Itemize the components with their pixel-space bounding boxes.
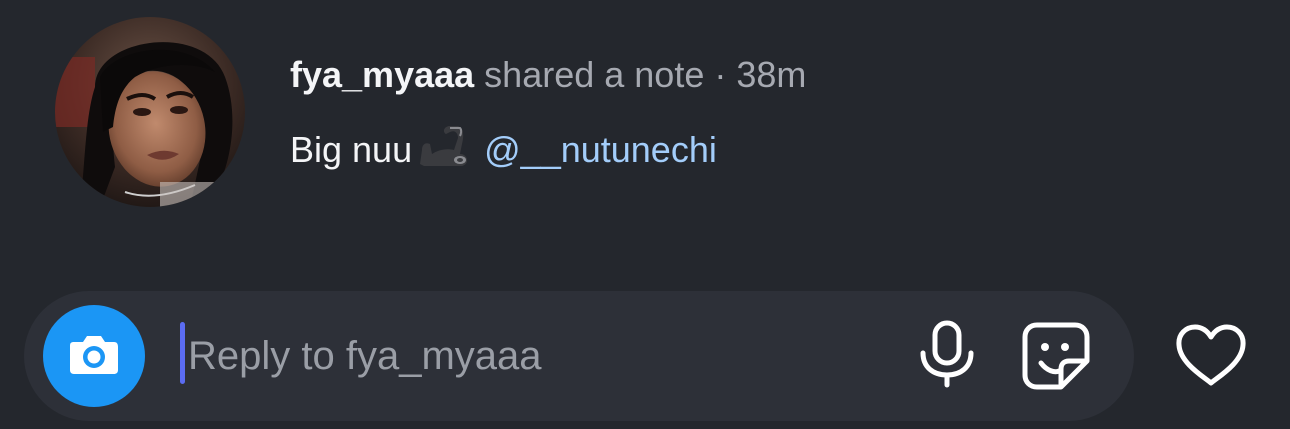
camera-button[interactable] — [43, 305, 145, 407]
like-button[interactable] — [1170, 320, 1252, 396]
heart-icon — [1174, 323, 1248, 394]
username[interactable]: fya_myaaa — [290, 54, 474, 95]
mention-link[interactable]: @__nutunechi — [484, 129, 717, 170]
note-action-text: shared a note — [484, 54, 705, 95]
microphone-button[interactable] — [910, 318, 984, 394]
microphone-icon — [917, 319, 977, 394]
sticker-icon — [1021, 321, 1091, 396]
text-cursor — [180, 322, 185, 384]
profile-photo-image — [55, 17, 245, 207]
camera-icon — [68, 332, 120, 381]
note-body: Big nuu — [290, 129, 413, 170]
timestamp: 38m — [736, 54, 807, 95]
sticker-button[interactable] — [1018, 320, 1094, 396]
note-reply-screen: fya_myaaa shared a note · 38m Big nuu @_… — [0, 0, 1290, 429]
reply-input[interactable] — [188, 327, 888, 385]
avatar[interactable] — [55, 17, 245, 207]
note-header: fya_myaaa shared a note · 38m — [290, 55, 806, 95]
note-text: Big nuu @__nutunechi — [290, 124, 717, 177]
separator-dot: · — [714, 54, 727, 95]
flexed-biceps-emoji-icon — [416, 124, 470, 177]
note-action: shared a note · 38m — [484, 54, 806, 95]
